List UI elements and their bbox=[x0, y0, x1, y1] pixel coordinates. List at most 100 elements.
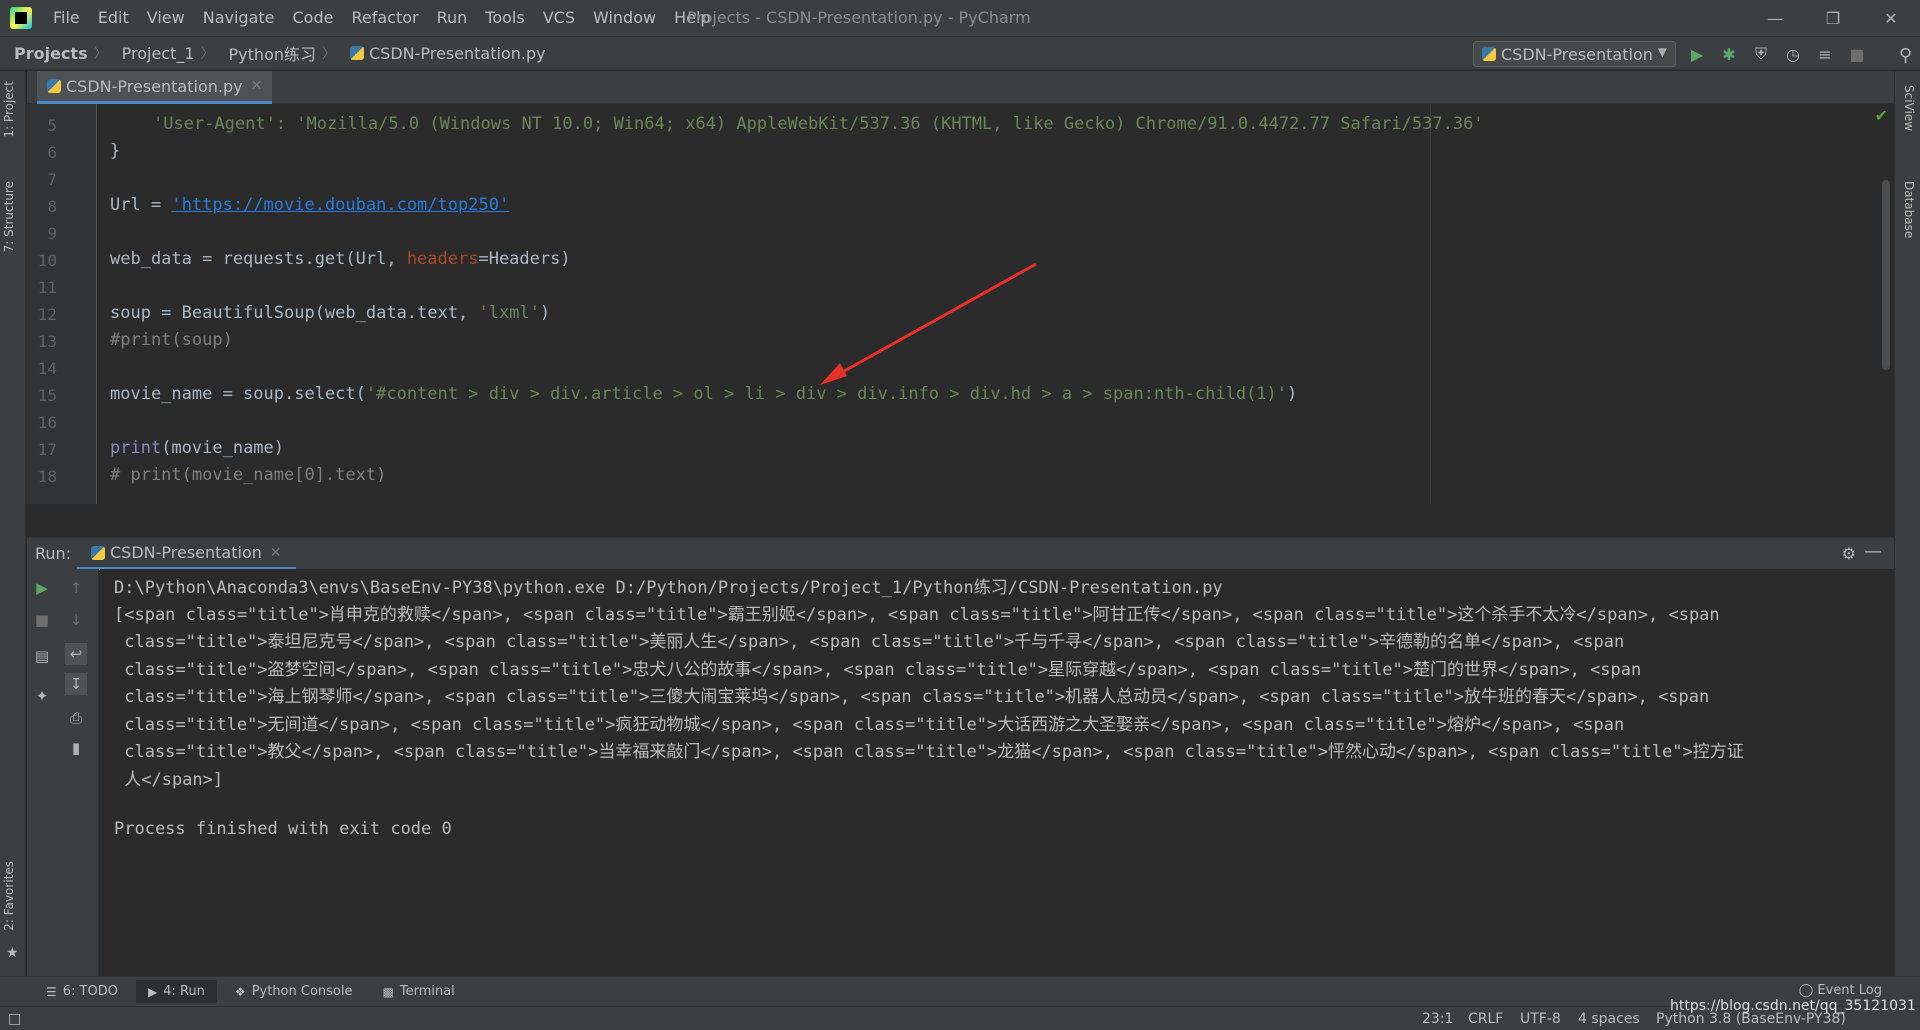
tab-structure[interactable]: 7: Structure bbox=[2, 181, 16, 252]
menu-edit[interactable]: Edit bbox=[89, 0, 138, 36]
run-configuration-label: CSDN-Presentation bbox=[1501, 44, 1653, 64]
code-editor[interactable]: 5 6 7 8 9 10 11 12 13 14 15 16 17 18 'Us… bbox=[27, 104, 1894, 504]
tab-run-label: 4: Run bbox=[163, 984, 205, 999]
tab-favorites[interactable]: 2: Favorites bbox=[2, 861, 16, 931]
run-panel-header: Run: CSDN-Presentation ✕ ⚙ — bbox=[27, 537, 1894, 570]
search-icon[interactable]: ⚲ bbox=[1899, 45, 1912, 66]
tab-csdn-presentation[interactable]: CSDN-Presentation.py ✕ bbox=[37, 71, 273, 104]
menu-view[interactable]: View bbox=[138, 0, 194, 36]
rerun-icon[interactable]: ▶ bbox=[31, 577, 53, 599]
run-icon: ▶ bbox=[147, 984, 158, 999]
arrow-up-icon[interactable]: ↑ bbox=[65, 577, 87, 599]
menu-vcs[interactable]: VCS bbox=[534, 0, 584, 36]
pycharm-logo-icon bbox=[10, 7, 32, 29]
console-line: class="title">无间道</span>, <span class="t… bbox=[114, 715, 1625, 735]
close-tab-icon[interactable]: ✕ bbox=[251, 78, 263, 94]
arrow-down-icon[interactable]: ↓ bbox=[65, 609, 87, 631]
arrow-shaft bbox=[829, 262, 1037, 381]
run-tab-label: CSDN-Presentation bbox=[110, 543, 262, 562]
arrow-head bbox=[820, 363, 847, 385]
status-line-separator[interactable]: CRLF bbox=[1468, 1011, 1503, 1027]
python-file-icon bbox=[350, 46, 364, 60]
hide-panel-icon[interactable]: — bbox=[1864, 541, 1882, 562]
run-label: Run: bbox=[35, 544, 72, 563]
menu-code[interactable]: Code bbox=[284, 0, 343, 36]
run-concurrency-icon[interactable]: ≡ bbox=[1814, 43, 1836, 65]
breadcrumb-folder[interactable]: Python练习 bbox=[215, 41, 322, 65]
editor-tab-label: CSDN-Presentation.py bbox=[66, 76, 243, 96]
star-icon: ★ bbox=[6, 945, 19, 961]
soft-wrap-icon[interactable]: ↩ bbox=[65, 643, 87, 665]
console-line: [<span class="title">肖申克的救赎</span>, <spa… bbox=[114, 605, 1720, 625]
navigation-bar: Projects 〉 Project_1 〉 Python练习 〉 CSDN-P… bbox=[0, 36, 1920, 70]
run-console-output[interactable]: D:\Python\Anaconda3\envs\BaseEnv-PY38\py… bbox=[100, 569, 1894, 976]
tab-python-console[interactable]: ❖ Python Console bbox=[223, 980, 365, 1003]
event-log-button[interactable]: ◯ Event Log bbox=[1799, 983, 1882, 998]
title-bar: File Edit View Navigate Code Refactor Ru… bbox=[0, 0, 1920, 36]
close-tab-icon[interactable]: ✕ bbox=[270, 545, 282, 561]
menu-navigate[interactable]: Navigate bbox=[194, 0, 284, 36]
tab-terminal-label: Terminal bbox=[399, 984, 455, 999]
coverage-shield-icon[interactable]: ⛨ bbox=[1750, 43, 1772, 65]
breadcrumb-file[interactable]: CSDN-Presentation.py bbox=[336, 44, 552, 63]
close-icon[interactable]: ✕ bbox=[1862, 0, 1920, 36]
tab-run[interactable]: ▶ 4: Run bbox=[135, 980, 217, 1003]
pin-icon[interactable]: ✦ bbox=[31, 685, 53, 707]
trash-icon[interactable]: ▮ bbox=[65, 737, 87, 759]
stop-icon[interactable]: ■ bbox=[31, 609, 53, 631]
chevron-right-icon: 〉 bbox=[93, 46, 108, 62]
tab-python-console-label: Python Console bbox=[251, 984, 353, 999]
debug-bug-icon[interactable]: ✱ bbox=[1718, 43, 1740, 65]
status-bar: □ 23:1 CRLF UTF-8 4 spaces Python 3.8 (B… bbox=[0, 1006, 1920, 1030]
menu-file[interactable]: File bbox=[44, 0, 89, 36]
list-icon: ☰ bbox=[46, 984, 57, 999]
editor-tab-bar: CSDN-Presentation.py ✕ bbox=[27, 71, 1894, 104]
menu-window[interactable]: Window bbox=[584, 0, 665, 36]
stop-icon[interactable]: ■ bbox=[1846, 43, 1868, 65]
profile-icon[interactable]: ◷ bbox=[1782, 43, 1804, 65]
tab-database[interactable]: Database bbox=[1902, 181, 1916, 238]
run-toolbar: ▶ ✱ ⛨ ◷ ≡ ■ bbox=[1686, 43, 1868, 65]
menu-tools[interactable]: Tools bbox=[476, 0, 533, 36]
event-log-icon: ◯ bbox=[1798, 983, 1814, 998]
console-line: class="title">海上钢琴师</span>, <span class=… bbox=[114, 687, 1710, 707]
console-line: class="title">教父</span>, <span class="ti… bbox=[114, 742, 1744, 762]
menu-run[interactable]: Run bbox=[428, 0, 477, 36]
print-icon[interactable]: ⎙ bbox=[65, 707, 87, 729]
status-indent[interactable]: 4 spaces bbox=[1578, 1011, 1640, 1027]
restore-icon[interactable]: ❐ bbox=[1804, 0, 1862, 36]
toggle-tool-windows-icon[interactable]: □ bbox=[8, 1011, 21, 1027]
breadcrumb-projects[interactable]: Projects bbox=[0, 44, 94, 63]
watermark-text: https://blog.csdn.net/qq_35121031 bbox=[1670, 998, 1916, 1014]
scroll-to-end-icon[interactable]: ↧ bbox=[65, 673, 87, 695]
breadcrumb-project[interactable]: Project_1 bbox=[108, 44, 201, 63]
tab-todo[interactable]: ☰ 6: TODO bbox=[34, 980, 130, 1003]
status-encoding[interactable]: UTF-8 bbox=[1520, 1011, 1561, 1027]
chevron-right-icon: 〉 bbox=[322, 46, 336, 62]
console-line: 人</span>] bbox=[114, 770, 224, 790]
run-tab[interactable]: CSDN-Presentation ✕ bbox=[77, 538, 296, 570]
tab-sciview[interactable]: SciView bbox=[1902, 85, 1916, 131]
right-tool-strip: SciView Database bbox=[1894, 71, 1920, 976]
status-caret-position[interactable]: 23:1 bbox=[1422, 1011, 1453, 1027]
breadcrumb-file-label: CSDN-Presentation.py bbox=[369, 43, 546, 63]
menu-bar: File Edit View Navigate Code Refactor Ru… bbox=[44, 0, 720, 36]
python-icon: ❖ bbox=[234, 984, 246, 999]
minimize-icon[interactable]: — bbox=[1746, 0, 1804, 36]
gear-icon[interactable]: ⚙ bbox=[1842, 544, 1856, 563]
run-configuration-select[interactable]: CSDN-Presentation ▼ bbox=[1473, 41, 1676, 67]
terminal-icon: ▩ bbox=[382, 984, 394, 999]
left-tool-strip: 1: Project 7: Structure 2: Favorites ★ bbox=[0, 71, 26, 976]
layout-icon[interactable]: ▤ bbox=[31, 645, 53, 667]
menu-refactor[interactable]: Refactor bbox=[342, 0, 427, 36]
console-line: Process finished with exit code 0 bbox=[114, 819, 452, 839]
run-icon[interactable]: ▶ bbox=[1686, 43, 1708, 65]
event-log-label: Event Log bbox=[1817, 983, 1882, 998]
console-line: D:\Python\Anaconda3\envs\BaseEnv-PY38\py… bbox=[114, 578, 1223, 598]
chevron-right-icon: 〉 bbox=[200, 46, 215, 62]
tab-terminal[interactable]: ▩ Terminal bbox=[371, 980, 467, 1003]
console-line: class="title">泰坦尼克号</span>, <span class=… bbox=[114, 632, 1625, 652]
window-controls: — ❐ ✕ bbox=[1746, 0, 1920, 36]
chevron-down-icon: ▼ bbox=[1657, 45, 1667, 59]
tab-project[interactable]: 1: Project bbox=[2, 81, 16, 138]
